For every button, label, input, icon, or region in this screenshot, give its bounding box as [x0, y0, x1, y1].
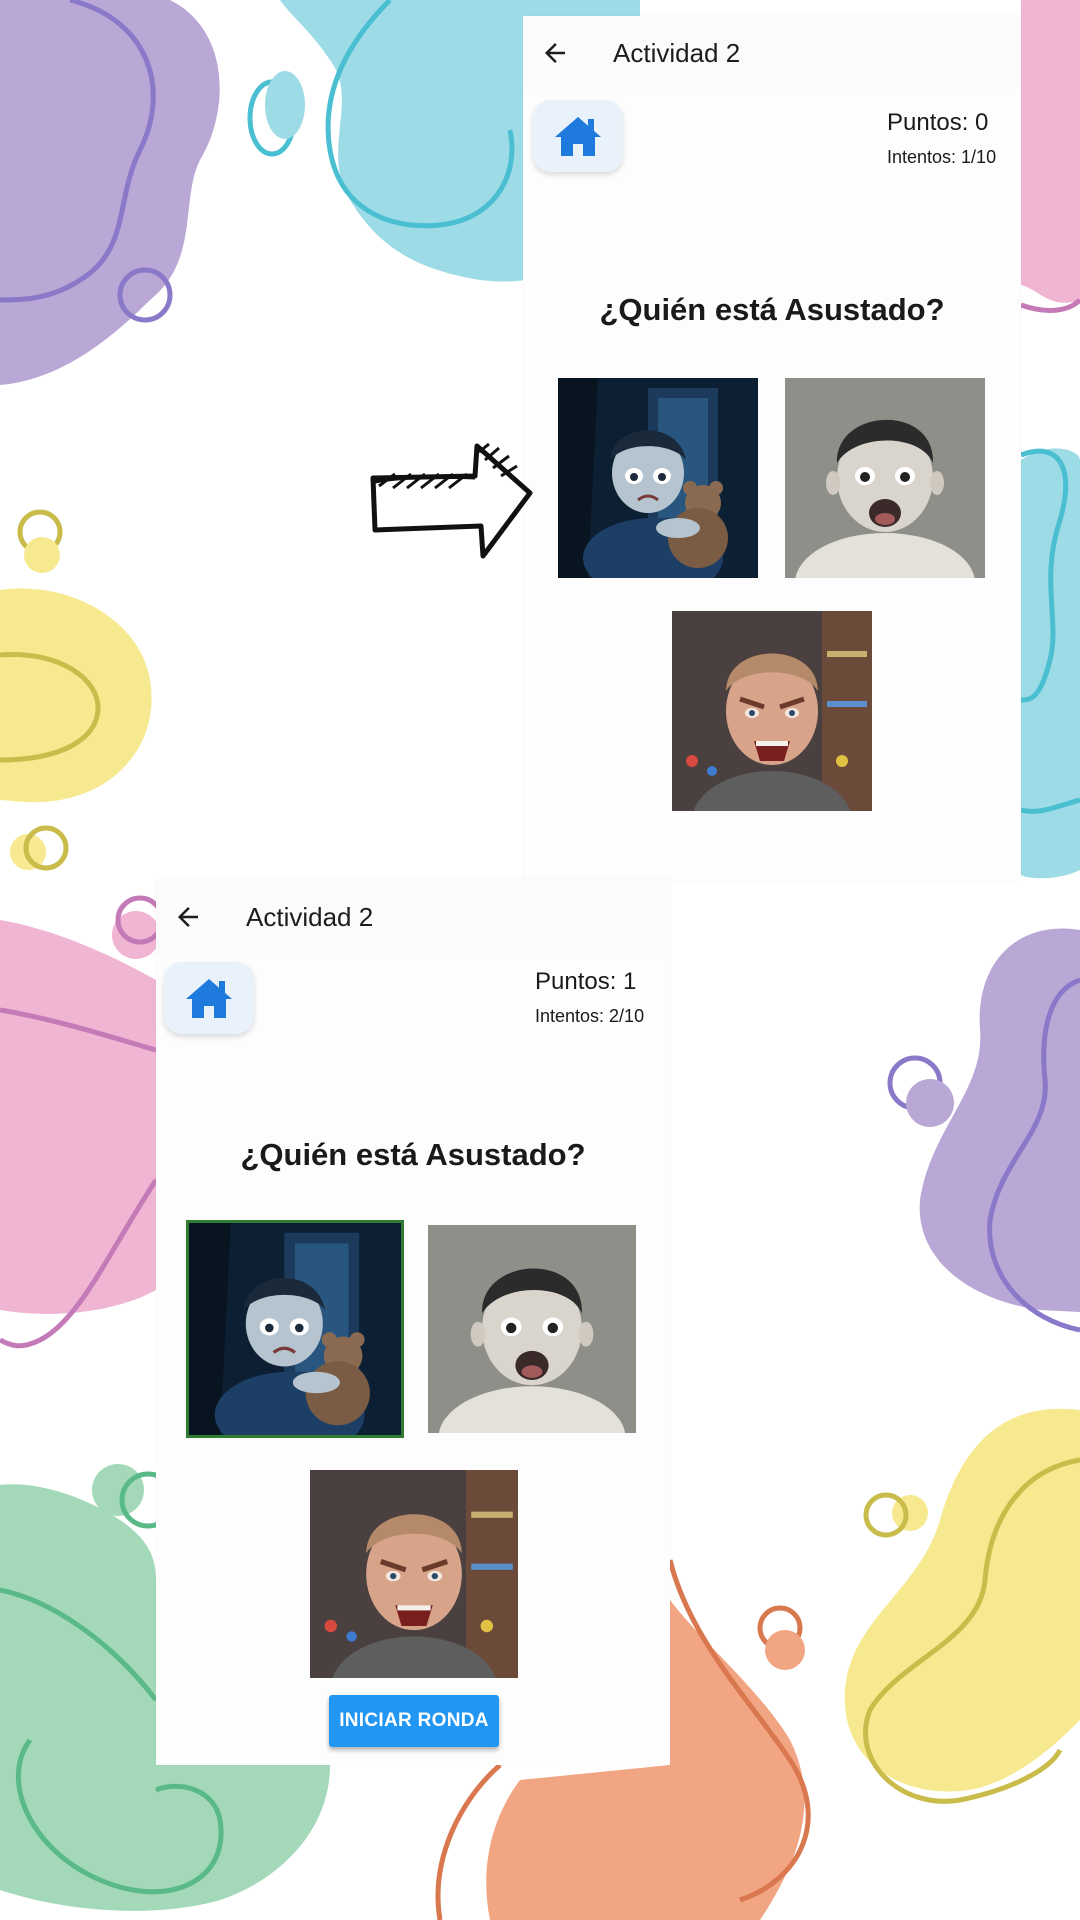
face-option-scared[interactable]: [186, 1220, 404, 1438]
angry-child-image: [310, 1470, 518, 1678]
dot-purple-right: [906, 1079, 954, 1127]
dot-yellow-1: [24, 537, 60, 573]
page-title: Actividad 2: [246, 901, 374, 932]
face-option-happy[interactable]: [785, 378, 985, 578]
blob-yellow-right: [844, 1408, 1080, 1792]
app-bar: Actividad 2: [523, 16, 1021, 90]
points-label: Puntos: 0: [887, 109, 989, 136]
blob-purple-top-left: [0, 0, 220, 385]
home-icon: [186, 979, 232, 1018]
blob-yellow-left: [0, 588, 152, 803]
face-option-scared[interactable]: [558, 378, 758, 578]
question-title: ¿Quién está Asustado?: [240, 1137, 586, 1172]
arrow-left-icon: [545, 43, 565, 63]
happy-child-image: [428, 1225, 636, 1433]
page-title: Actividad 2: [613, 37, 741, 68]
dot-green: [92, 1464, 144, 1516]
face-option-angry[interactable]: [310, 1470, 518, 1678]
attempts-label: Intentos: 2/10: [535, 1006, 645, 1026]
score-panel: Puntos: 0 Intentos: 1/10: [887, 108, 996, 170]
dot-orange: [765, 1630, 805, 1670]
back-button[interactable]: [523, 16, 587, 90]
home-icon: [555, 117, 601, 156]
happy-child-image: [785, 378, 985, 578]
hand-drawn-arrow-icon: [370, 442, 533, 559]
question-title: ¿Quién está Asustado?: [599, 292, 945, 327]
screenshot-round-1: Actividad 2 Puntos: 0 Intentos: 1/10 ¿Qu…: [523, 16, 1021, 880]
points-label: Puntos: 1: [535, 968, 637, 995]
scared-child-image: [188, 1222, 402, 1436]
dot-cyan: [265, 71, 305, 139]
blob-pink-left: [0, 920, 156, 1314]
home-button[interactable]: [164, 962, 254, 1034]
attempts-label: Intentos: 1/10: [887, 147, 997, 167]
score-panel: Puntos: 1 Intentos: 2/10: [535, 967, 644, 1029]
face-option-happy[interactable]: [428, 1225, 636, 1433]
scared-child-image: [558, 378, 758, 578]
face-option-angry[interactable]: [672, 611, 872, 811]
screenshot-round-2: Actividad 2 Puntos: 1 Intentos: 2/10 ¿Qu…: [156, 880, 670, 1765]
start-round-button[interactable]: INICIAR RONDA: [329, 1695, 499, 1747]
home-button[interactable]: [533, 100, 623, 172]
app-bar: Actividad 2: [156, 880, 670, 954]
arrow-left-icon: [178, 907, 198, 927]
angry-child-image: [672, 611, 872, 811]
back-button[interactable]: [156, 880, 220, 954]
